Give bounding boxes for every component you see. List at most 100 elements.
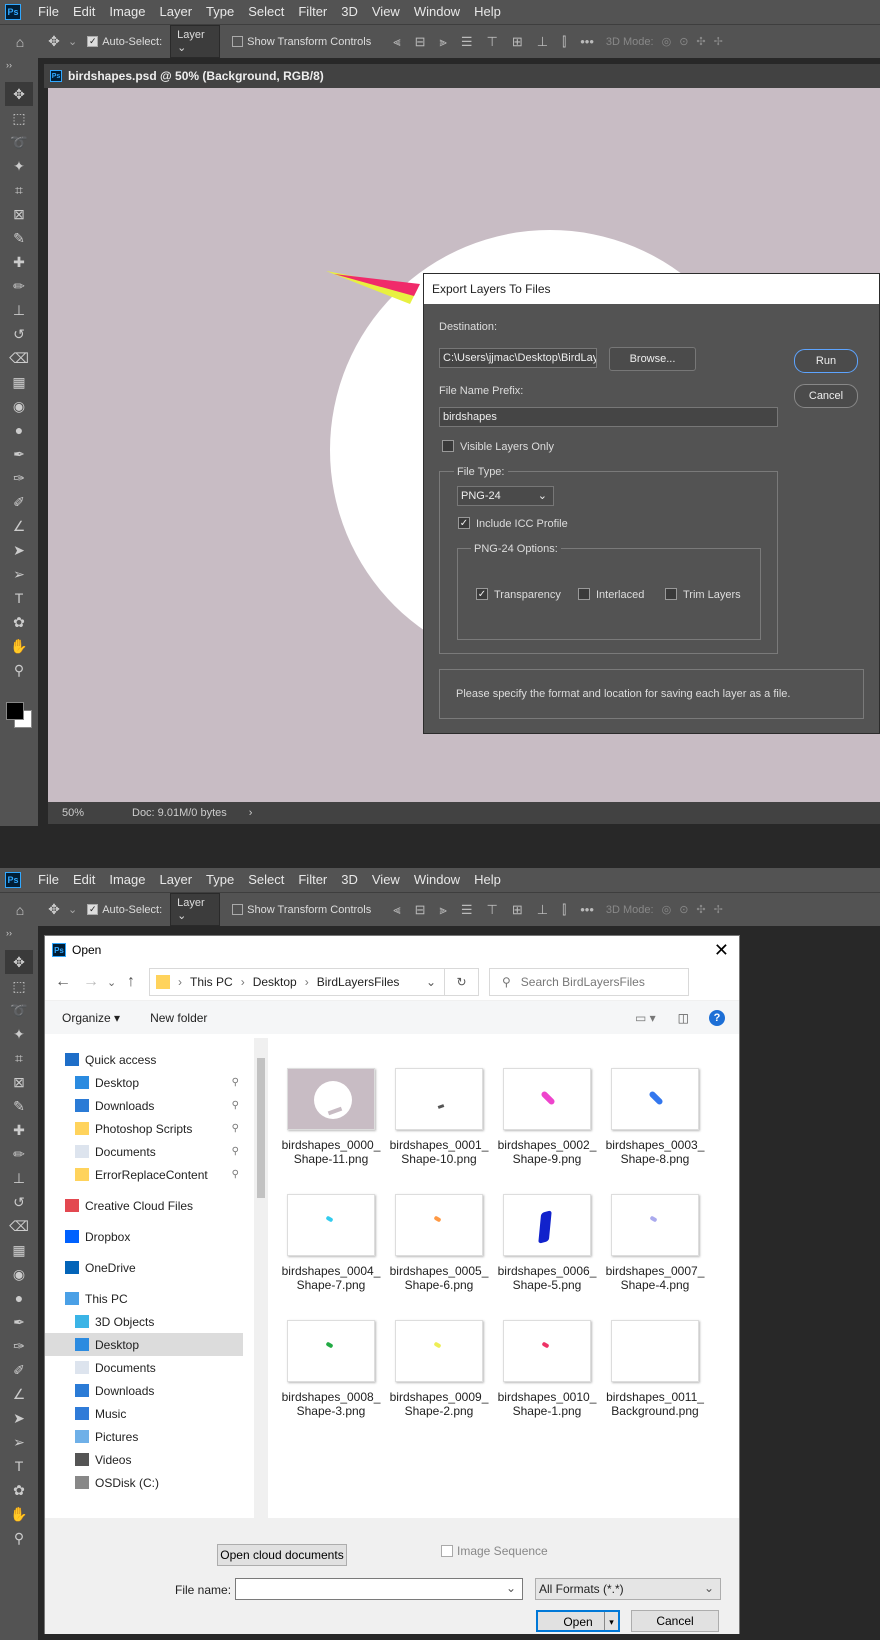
shape-tool-icon[interactable]: ✿ (5, 610, 33, 634)
nav-item-creative-cloud-files[interactable]: Creative Cloud Files (45, 1194, 243, 1217)
back-arrow-icon[interactable]: ← (55, 973, 83, 991)
panel-collapse-icon[interactable]: ›› (0, 58, 38, 82)
magic-wand-icon[interactable]: ✦ (5, 1022, 33, 1046)
file-item[interactable]: birdshapes_0006_ Shape-5.png (497, 1194, 597, 1292)
align-bottom-icon[interactable]: ⊥ (537, 902, 548, 918)
brush-tool-icon[interactable]: ✏ (5, 1142, 33, 1166)
anchor-point-icon[interactable]: ∠ (5, 514, 33, 538)
dodge-tool-icon[interactable]: ● (5, 418, 33, 442)
nav-item-documents[interactable]: Documents (45, 1356, 243, 1379)
hand-tool-icon[interactable]: ✋ (5, 634, 33, 658)
icc-profile-checkbox[interactable]: ✓ (458, 517, 470, 529)
frame-tool-icon[interactable]: ⊠ (5, 1070, 33, 1094)
breadcrumb-desktop[interactable]: Desktop (253, 975, 297, 989)
run-button[interactable]: Run (794, 349, 858, 373)
type-tool-icon[interactable]: T (5, 586, 33, 610)
file-item[interactable]: birdshapes_0005_ Shape-6.png (389, 1194, 489, 1292)
marquee-tool-icon[interactable]: ⬚ (5, 974, 33, 998)
nav-item-desktop[interactable]: Desktop ⚲ (45, 1071, 243, 1094)
search-input[interactable]: Search BirdLayersFiles (521, 975, 645, 989)
foreground-color-swatch[interactable] (6, 702, 24, 720)
show-transform-checkbox[interactable] (232, 36, 244, 47)
nav-item-documents[interactable]: Documents ⚲ (45, 1140, 243, 1163)
menu-edit[interactable]: Edit (66, 0, 102, 24)
brush-tool-icon[interactable]: ✏ (5, 274, 33, 298)
open-cloud-documents-button[interactable]: Open cloud documents (217, 1544, 347, 1566)
anchor-point-icon[interactable]: ∠ (5, 1382, 33, 1406)
nav-item-photoshop-scripts[interactable]: Photoshop Scripts ⚲ (45, 1117, 243, 1140)
auto-select-dropdown[interactable]: Layer ⌄ (170, 25, 221, 58)
image-sequence-checkbox[interactable] (441, 1545, 453, 1557)
file-item[interactable]: birdshapes_0007_ Shape-4.png (605, 1194, 705, 1292)
file-format-dropdown[interactable]: All Formats (*.*) ⌄ (535, 1578, 721, 1600)
stamp-tool-icon[interactable]: ⊥ (5, 1166, 33, 1190)
breadcrumb[interactable]: › This PC › Desktop › BirdLayersFiles ⌄ … (149, 968, 479, 996)
align-left-icon[interactable]: ⫷ (393, 34, 400, 50)
healing-brush-icon[interactable]: ✚ (5, 250, 33, 274)
chevron-down-icon[interactable]: ⌄ (68, 35, 77, 48)
nav-item-quick-access[interactable]: Quick access (45, 1048, 243, 1071)
pen-tool-icon[interactable]: ✒ (5, 1310, 33, 1334)
file-item[interactable]: birdshapes_0004_ Shape-7.png (281, 1194, 381, 1292)
eraser-icon[interactable]: ⌫ (5, 346, 33, 370)
open-button[interactable]: Open ▾ (536, 1610, 620, 1632)
freeform-pen-icon[interactable]: ✑ (5, 1334, 33, 1358)
file-item[interactable]: birdshapes_0001_ Shape-10.png (389, 1068, 489, 1166)
menu-view[interactable]: View (365, 868, 407, 892)
cancel-button[interactable]: Cancel (794, 384, 858, 408)
direct-select-icon[interactable]: ➢ (5, 1430, 33, 1454)
distribute-vertical-icon[interactable]: ⫿ (562, 34, 566, 50)
eyedropper-icon[interactable]: ✎ (5, 1094, 33, 1118)
eraser-icon[interactable]: ⌫ (5, 1214, 33, 1238)
menu-image[interactable]: Image (102, 868, 152, 892)
cancel-open-button[interactable]: Cancel (631, 1610, 719, 1632)
distribute-vertical-icon[interactable]: ⫿ (562, 902, 566, 918)
search-box[interactable]: ⚲ Search BirdLayersFiles (489, 968, 689, 996)
move-tool-icon[interactable]: ✥ (5, 950, 33, 974)
menu-help[interactable]: Help (467, 0, 508, 24)
panel-collapse-icon[interactable]: ›› (0, 926, 38, 950)
align-left-icon[interactable]: ⫷ (393, 902, 400, 918)
move-tool-icon[interactable]: ✥ (40, 898, 68, 922)
menu-window[interactable]: Window (407, 868, 467, 892)
align-center-icon[interactable]: ⊟ (415, 902, 426, 918)
hand-tool-icon[interactable]: ✋ (5, 1502, 33, 1526)
menu-filter[interactable]: Filter (291, 0, 334, 24)
path-select-icon[interactable]: ➤ (5, 1406, 33, 1430)
menu-image[interactable]: Image (102, 0, 152, 24)
preview-pane-icon[interactable]: ◫ (678, 1011, 689, 1025)
curvature-pen-icon[interactable]: ✐ (5, 490, 33, 514)
menu-window[interactable]: Window (407, 0, 467, 24)
auto-select-checkbox[interactable]: ✓ (87, 904, 99, 915)
file-item[interactable]: birdshapes_0011_ Background.png (605, 1320, 705, 1418)
nav-item-this-pc[interactable]: This PC (45, 1287, 243, 1310)
menu-select[interactable]: Select (241, 0, 291, 24)
blur-tool-icon[interactable]: ◉ (5, 394, 33, 418)
menu-edit[interactable]: Edit (66, 868, 102, 892)
distribute-icon[interactable]: ☰ (461, 902, 473, 918)
freeform-pen-icon[interactable]: ✑ (5, 466, 33, 490)
nav-item-osdisk-c-[interactable]: OSDisk (C:) (45, 1471, 243, 1494)
menu-3d[interactable]: 3D (334, 868, 365, 892)
menu-layer[interactable]: Layer (153, 0, 200, 24)
trim-layers-checkbox[interactable] (665, 588, 677, 600)
type-tool-icon[interactable]: T (5, 1454, 33, 1478)
file-item[interactable]: birdshapes_0002_ Shape-9.png (497, 1068, 597, 1166)
zoom-tool-icon[interactable]: ⚲ (5, 658, 33, 682)
nav-scrollbar-thumb[interactable] (257, 1058, 265, 1198)
visible-only-checkbox[interactable] (442, 440, 454, 452)
align-right-icon[interactable]: ⫸ (440, 34, 447, 50)
interlaced-checkbox[interactable] (578, 588, 590, 600)
distribute-icon[interactable]: ☰ (461, 34, 473, 50)
help-icon[interactable]: ? (709, 1009, 725, 1026)
prefix-input[interactable]: birdshapes (439, 407, 778, 427)
align-right-icon[interactable]: ⫸ (440, 902, 447, 918)
nav-item-downloads[interactable]: Downloads (45, 1379, 243, 1402)
pen-tool-icon[interactable]: ✒ (5, 442, 33, 466)
magic-wand-icon[interactable]: ✦ (5, 154, 33, 178)
marquee-tool-icon[interactable]: ⬚ (5, 106, 33, 130)
align-middle-icon[interactable]: ⊞ (512, 902, 523, 918)
nav-item-videos[interactable]: Videos (45, 1448, 243, 1471)
nav-item-dropbox[interactable]: Dropbox (45, 1225, 243, 1248)
file-type-dropdown[interactable]: PNG-24 ⌄ (457, 486, 554, 506)
